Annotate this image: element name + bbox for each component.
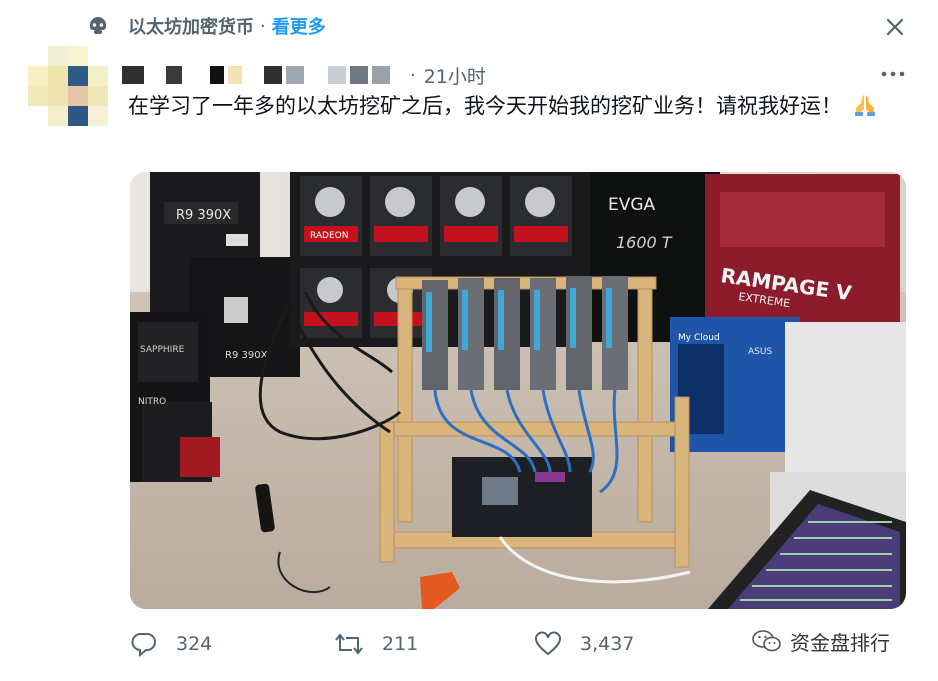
wechat-icon [752, 630, 781, 652]
close-button[interactable] [878, 10, 912, 44]
retweet-count: 211 [382, 633, 419, 655]
community-icon [88, 16, 108, 36]
nitro-label: NITRO [138, 397, 166, 407]
r9b-label: R9 390X [225, 350, 268, 361]
see-more-link[interactable]: 看更多 [272, 13, 326, 39]
r9-label: R9 390X [176, 208, 231, 223]
watermark-text: 资金盘排行 [790, 630, 890, 655]
like-count: 3,437 [580, 633, 635, 655]
watermark: 资金盘排行 [752, 624, 890, 658]
community-header: 以太坊加密货币 · 看更多 [88, 10, 326, 42]
tweet-body: 在学习了一年多的以太坊挖矿之后，我今天开始我的挖矿业务！请祝我好运！ [128, 94, 842, 118]
reply-icon [131, 633, 156, 658]
tweet-time[interactable]: 21小时 [424, 62, 486, 89]
retweet-button[interactable]: 211 [334, 626, 418, 662]
mining-rig-photo: R9 390X R9 390X NITRO SAPPHIRE RADEON EV… [130, 172, 906, 609]
asus-label: ASUS [748, 347, 772, 357]
close-icon [886, 18, 904, 36]
heart-icon [535, 631, 561, 656]
more-horizontal-icon [881, 71, 905, 77]
tweet-meta: · 21小时 [122, 60, 486, 90]
retweet-icon [335, 633, 363, 655]
like-button[interactable]: 3,437 [534, 626, 634, 662]
psu-label: 1600 T [616, 233, 673, 252]
more-options-button[interactable] [876, 62, 910, 86]
mycloud-label: My Cloud [678, 333, 720, 343]
community-name[interactable]: 以太坊加密货币 [128, 13, 254, 39]
reply-count: 324 [176, 633, 213, 655]
evga-label: EVGA [608, 195, 656, 215]
sapphire-label: SAPPHIRE [140, 345, 185, 355]
tweet-photo[interactable]: R9 390X R9 390X NITRO SAPPHIRE RADEON EV… [130, 172, 906, 609]
header-separator: · [260, 15, 266, 37]
tweet-text: 在学习了一年多的以太坊挖矿之后，我今天开始我的挖矿业务！请祝我好运！ [128, 90, 898, 127]
avatar[interactable] [28, 46, 108, 126]
folded-hands-icon [853, 93, 877, 127]
author-name[interactable] [122, 66, 390, 84]
radeon-label: RADEON [310, 231, 348, 241]
reply-button[interactable]: 324 [130, 626, 212, 662]
time-separator: · [410, 64, 416, 86]
